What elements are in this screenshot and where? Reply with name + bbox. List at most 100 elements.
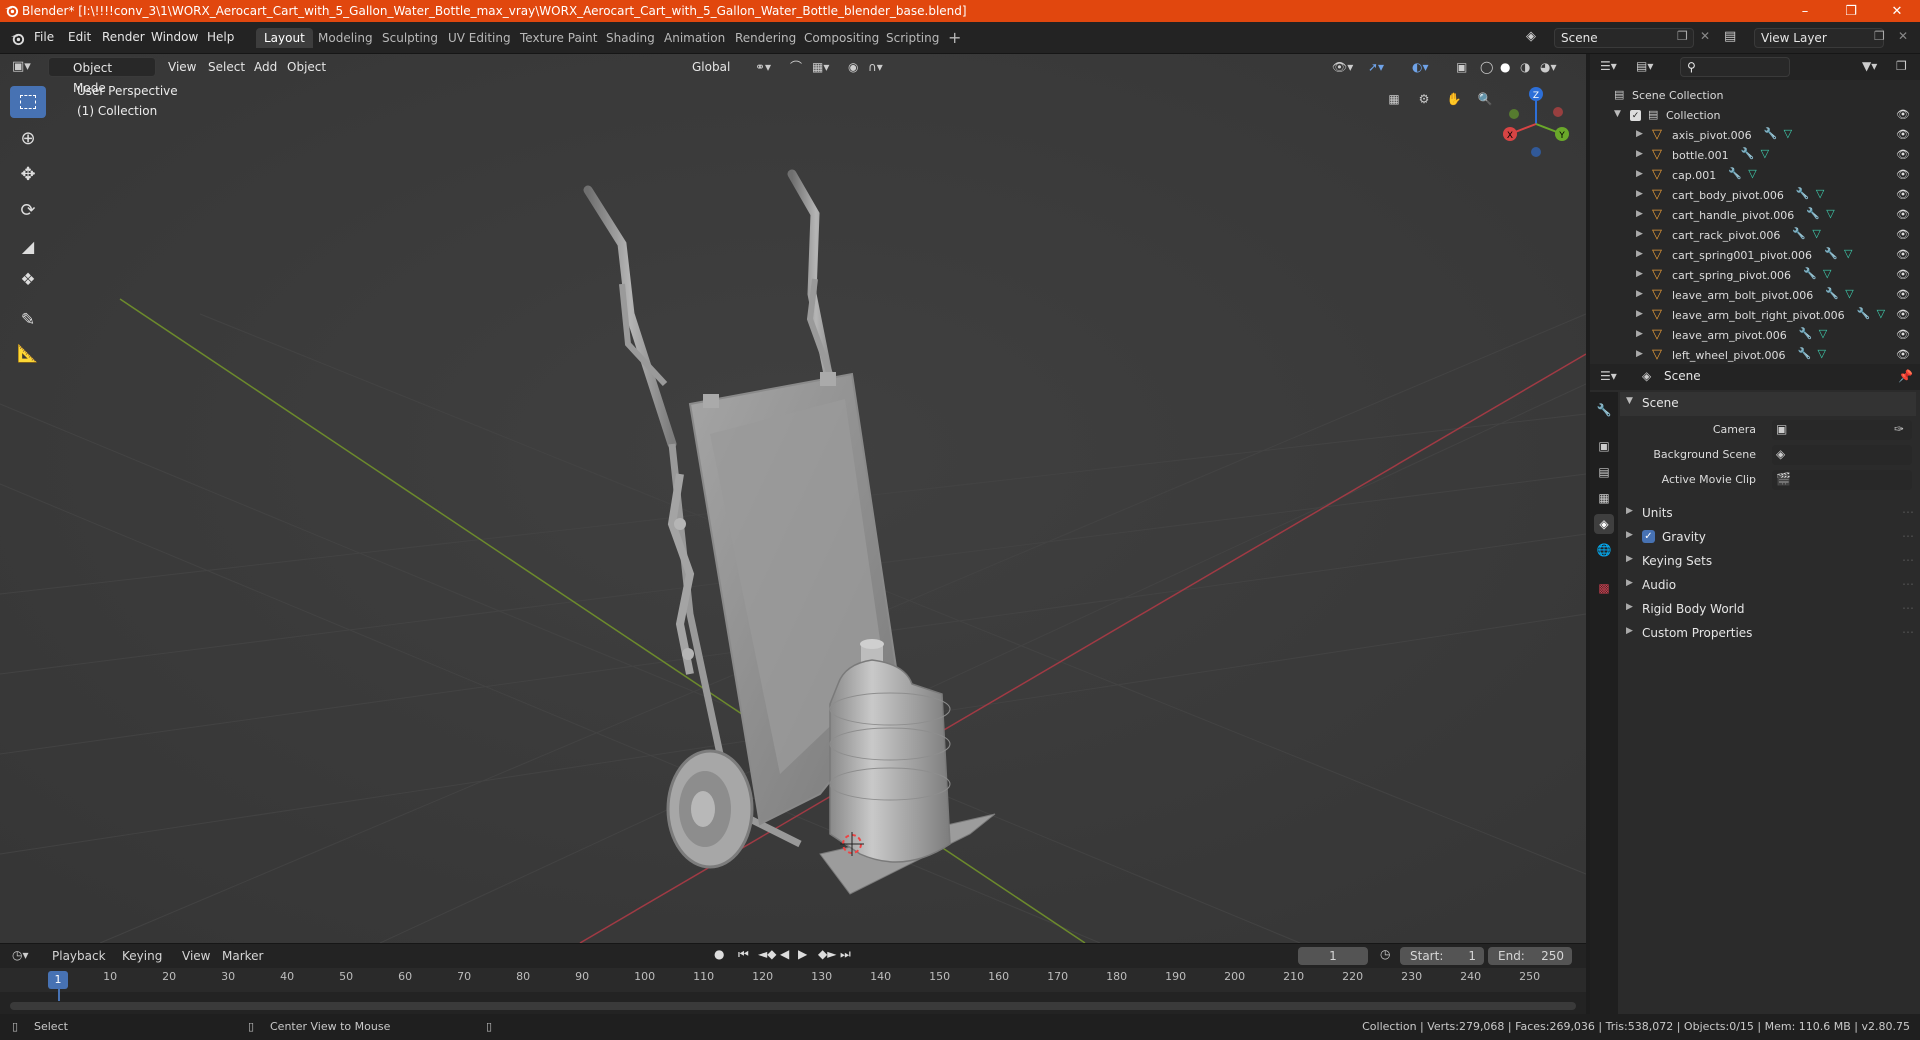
modifier-icon[interactable]: 🔧 bbox=[1825, 287, 1839, 300]
drag-handle-icon[interactable]: ⋯ bbox=[1902, 529, 1914, 543]
subpanel-units[interactable]: ▶ Units ⋯ bbox=[1620, 502, 1916, 524]
outliner-item[interactable]: ▶ ▽ axis_pivot.006 🔧 ▽ 👁 bbox=[1590, 126, 1920, 146]
minimize-button[interactable]: – bbox=[1782, 0, 1828, 22]
tab-compositing[interactable]: Compositing bbox=[796, 28, 887, 48]
properties-editor[interactable]: ☰▾ ◈ Scene 📌 🔧 ▣ ▤ ▦ ◈ 🌐 ▩ ▼ Scene Camer… bbox=[1590, 364, 1920, 1014]
menu-render[interactable]: Render bbox=[102, 30, 145, 44]
tab-texture-paint[interactable]: Texture Paint bbox=[512, 28, 605, 48]
play-reverse-icon[interactable]: ◀ bbox=[780, 947, 789, 961]
expand-arrow-icon[interactable]: ▶ bbox=[1636, 149, 1643, 159]
outliner-item[interactable]: ▶ ▽ cart_spring001_pivot.006 🔧 ▽ 👁 bbox=[1590, 246, 1920, 266]
outliner-item[interactable]: ▶ ▽ cart_handle_pivot.006 🔧 ▽ 👁 bbox=[1590, 206, 1920, 226]
outliner-search-input[interactable]: ⚲ bbox=[1680, 57, 1790, 77]
clock-icon[interactable]: ◷ bbox=[1380, 947, 1390, 961]
eyedropper-icon[interactable]: ✑ bbox=[1894, 422, 1904, 436]
subpanel-rigid-body-world[interactable]: ▶ Rigid Body World ⋯ bbox=[1620, 598, 1916, 620]
mesh-data-icon[interactable]: ▽ bbox=[1784, 127, 1792, 140]
collection-checkbox[interactable]: ✓ bbox=[1630, 110, 1641, 121]
xray-icon[interactable]: ▣ bbox=[1456, 57, 1467, 77]
outliner-collection[interactable]: ▼ ✓ ▤ Collection 👁 bbox=[1590, 106, 1920, 126]
solid-shading-icon[interactable]: ● bbox=[1500, 57, 1510, 77]
subpanel-custom-properties[interactable]: ▶ Custom Properties ⋯ bbox=[1620, 622, 1916, 644]
play-icon[interactable]: ▶ bbox=[798, 947, 807, 961]
eye-icon[interactable]: 👁 bbox=[1896, 308, 1910, 321]
start-frame-field[interactable]: Start: 1 bbox=[1400, 947, 1484, 965]
drag-handle-icon[interactable]: ⋯ bbox=[1902, 505, 1914, 519]
playhead-line[interactable] bbox=[58, 989, 60, 1001]
eye-icon[interactable]: 👁 bbox=[1896, 128, 1910, 141]
tab-animation[interactable]: Animation bbox=[656, 28, 733, 48]
transform-tool[interactable]: ❖ bbox=[10, 264, 46, 296]
transform-orientation-dropdown[interactable]: Global bbox=[672, 57, 730, 77]
select-box-tool[interactable] bbox=[10, 86, 46, 118]
menu-timeline-view[interactable]: View bbox=[182, 949, 210, 963]
new-collection-icon[interactable]: ❐ bbox=[1896, 59, 1907, 73]
eye-icon[interactable]: 👁 bbox=[1896, 168, 1910, 181]
background-scene-field[interactable]: ◈ bbox=[1772, 445, 1912, 465]
modifier-icon[interactable]: 🔧 bbox=[1806, 207, 1820, 220]
timeline[interactable]: ◷▾ Playback Keying View Marker ● ⏮ ◄◆ ◀ … bbox=[0, 943, 1586, 1014]
mesh-data-icon[interactable]: ▽ bbox=[1826, 207, 1834, 220]
pan-view-button[interactable]: ✋ bbox=[1441, 86, 1467, 112]
annotate-tool[interactable]: ✎ bbox=[10, 304, 46, 336]
expand-arrow-icon[interactable]: ▶ bbox=[1636, 289, 1643, 299]
jump-end-icon[interactable]: ⏭ bbox=[840, 947, 851, 962]
outliner-item[interactable]: ▶ ▽ cart_rack_pivot.006 🔧 ▽ 👁 bbox=[1590, 226, 1920, 246]
modifier-icon[interactable]: 🔧 bbox=[1857, 307, 1871, 320]
scene-panel-header[interactable]: ▼ Scene bbox=[1620, 392, 1916, 416]
menu-select[interactable]: Select bbox=[208, 57, 245, 77]
subpanel-gravity[interactable]: ▶ ✓ Gravity ⋯ bbox=[1620, 526, 1916, 548]
mesh-data-icon[interactable]: ▽ bbox=[1877, 307, 1885, 320]
subpanel-keying-sets[interactable]: ▶ Keying Sets ⋯ bbox=[1620, 550, 1916, 572]
tab-shading[interactable]: Shading bbox=[598, 28, 663, 48]
restore-button[interactable]: ❐ bbox=[1828, 0, 1874, 22]
menu-playback[interactable]: Playback bbox=[52, 949, 106, 963]
eye-icon[interactable]: 👁 bbox=[1896, 248, 1910, 261]
modifier-icon[interactable]: 🔧 bbox=[1797, 347, 1811, 360]
menu-edit[interactable]: Edit bbox=[68, 30, 91, 44]
gravity-checkbox[interactable]: ✓ bbox=[1642, 530, 1655, 543]
remove-scene-icon[interactable]: ✕ bbox=[1700, 29, 1710, 43]
expand-arrow-icon[interactable]: ▶ bbox=[1636, 129, 1643, 139]
eye-icon[interactable]: 👁 bbox=[1896, 288, 1910, 301]
move-tool[interactable]: ✥ bbox=[10, 158, 46, 190]
mesh-data-icon[interactable]: ▽ bbox=[1819, 327, 1827, 340]
drag-handle-icon[interactable]: ⋯ bbox=[1902, 601, 1914, 615]
add-workspace-button[interactable]: + bbox=[940, 28, 969, 48]
subpanel-audio[interactable]: ▶ Audio ⋯ bbox=[1620, 574, 1916, 596]
drag-handle-icon[interactable]: ⋯ bbox=[1902, 577, 1914, 591]
view-layer-icon[interactable]: ▤ bbox=[1724, 29, 1736, 44]
menu-help[interactable]: Help bbox=[207, 30, 234, 44]
visibility-icon[interactable]: 👁▾ bbox=[1332, 57, 1353, 77]
menu-object[interactable]: Object bbox=[287, 57, 326, 77]
outliner-item[interactable]: ▶ ▽ cart_spring_pivot.006 🔧 ▽ 👁 bbox=[1590, 266, 1920, 286]
snap-target-icon[interactable]: ▦▾ bbox=[812, 57, 829, 77]
drag-handle-icon[interactable]: ⋯ bbox=[1902, 625, 1914, 639]
expand-arrow-icon[interactable]: ▶ bbox=[1636, 209, 1643, 219]
outliner-scene-collection[interactable]: ▤ Scene Collection bbox=[1590, 86, 1920, 106]
rotate-tool[interactable]: ⟳ bbox=[10, 194, 46, 226]
expand-arrow-icon[interactable]: ▼ bbox=[1614, 109, 1621, 119]
modifier-icon[interactable]: 🔧 bbox=[1741, 147, 1755, 160]
scene-field[interactable]: Scene bbox=[1554, 28, 1694, 48]
outliner-item[interactable]: ▶ ▽ leave_arm_bolt_right_pivot.006 🔧 ▽ 👁 bbox=[1590, 306, 1920, 326]
tab-rendering[interactable]: Rendering bbox=[727, 28, 804, 48]
texture-tab[interactable]: ▩ bbox=[1594, 578, 1614, 598]
outliner-item[interactable]: ▶ ▽ bottle.001 🔧 ▽ 👁 bbox=[1590, 146, 1920, 166]
expand-arrow-icon[interactable]: ▶ bbox=[1636, 329, 1643, 339]
menu-view[interactable]: View bbox=[168, 57, 196, 77]
world-tab[interactable]: 🌐 bbox=[1594, 540, 1614, 560]
3d-viewport[interactable]: ▣▾ Object Mode View Select Add Object Gl… bbox=[0, 54, 1586, 943]
mesh-data-icon[interactable]: ▽ bbox=[1823, 267, 1831, 280]
pin-icon[interactable]: 📌 bbox=[1898, 369, 1913, 383]
scene-tab[interactable]: ◈ bbox=[1594, 514, 1614, 534]
blender-menu-icon[interactable] bbox=[10, 31, 25, 46]
render-tab[interactable]: ▣ bbox=[1594, 436, 1614, 456]
next-keyframe-icon[interactable]: ◆► bbox=[818, 947, 836, 961]
expand-arrow-icon[interactable]: ▶ bbox=[1636, 189, 1643, 199]
mesh-data-icon[interactable]: ▽ bbox=[1845, 287, 1853, 300]
modifier-icon[interactable]: 🔧 bbox=[1764, 127, 1778, 140]
rendered-shading-icon[interactable]: ◕▾ bbox=[1540, 57, 1557, 77]
cursor-tool[interactable]: ⊕ bbox=[10, 122, 46, 154]
expand-arrow-icon[interactable]: ▶ bbox=[1636, 249, 1643, 259]
